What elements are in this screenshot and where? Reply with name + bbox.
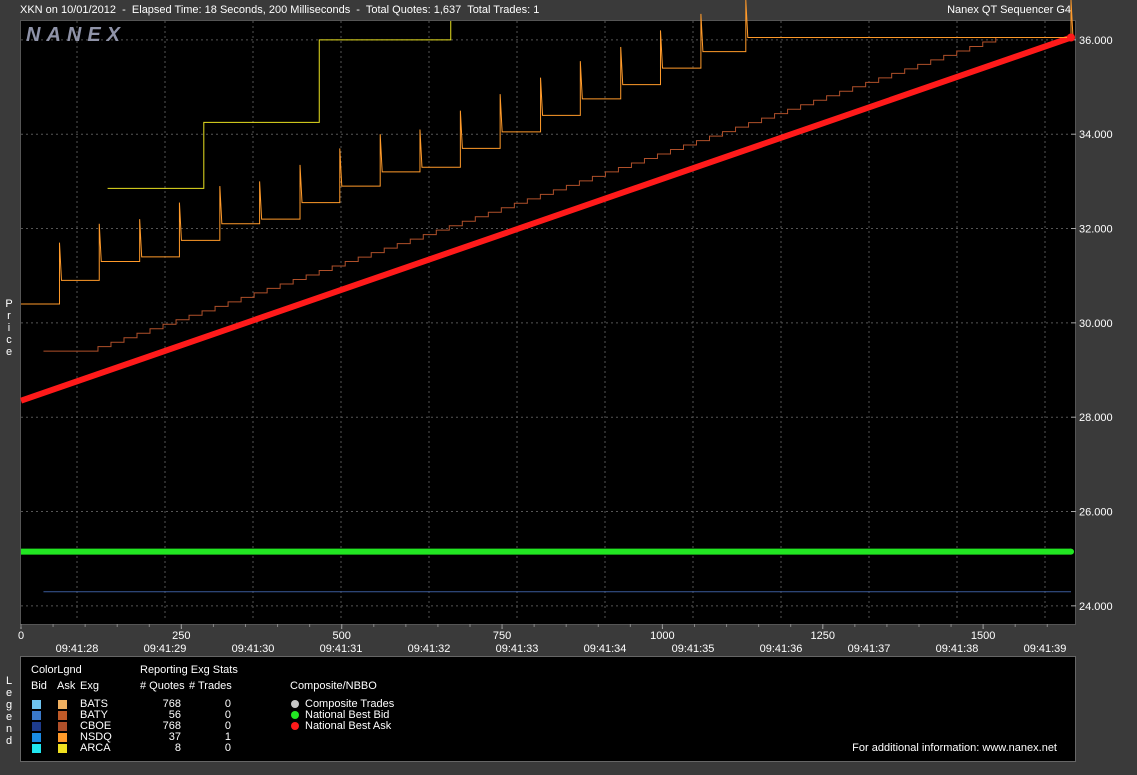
- bid-color-swatch: [32, 711, 41, 720]
- y-tick-label: 26.000: [1079, 507, 1113, 519]
- bid-color-swatch: [32, 700, 41, 709]
- y-tick-label: 24.000: [1079, 601, 1113, 613]
- national-best-ask-series: [20, 34, 1072, 404]
- price-chart: 36.000 34.000 32.000 30.000 28.000 26.000 24.0…: [18, 0, 1113, 655]
- stats-title: Reporting Exg Stats: [140, 664, 238, 676]
- x-tick-label: 500: [333, 630, 351, 642]
- cboe-series: [43, 37, 1071, 352]
- quotes-header: # Quotes: [140, 680, 185, 692]
- legend-side-label: Legend: [5, 675, 13, 747]
- time-tick-label: 09:41:30: [232, 643, 275, 655]
- ask-color-swatch: [58, 722, 67, 731]
- y-tick-label: 30.000: [1079, 318, 1113, 330]
- x-tick-label: 1500: [971, 630, 995, 642]
- quote-count: 8: [174, 742, 181, 754]
- y-tick-label: 34.000: [1079, 129, 1113, 141]
- composite-marker: [291, 700, 299, 708]
- bid-header: Bid: [31, 680, 47, 692]
- trade-count: 0: [224, 742, 231, 754]
- bid-endpoint-marker: [1068, 548, 1074, 555]
- composite-marker: [291, 711, 299, 719]
- y-tick-label: 32.000: [1079, 224, 1113, 236]
- ask-color-swatch: [58, 700, 67, 709]
- trades-header: # Trades: [189, 680, 232, 692]
- bid-color-swatch: [32, 744, 41, 753]
- composite-marker: [291, 722, 299, 730]
- nanex-logo: NANEX: [26, 24, 127, 46]
- footer-info: For additional information: www.nanex.ne…: [852, 742, 1057, 754]
- bid-color-swatch: [32, 722, 41, 731]
- time-tick-label: 09:41:36: [760, 643, 803, 655]
- time-tick-label: 09:41:37: [848, 643, 891, 655]
- time-tick-label: 09:41:29: [144, 643, 187, 655]
- nsdq-series: [21, 0, 1074, 305]
- x-tick-label: 1000: [650, 630, 674, 642]
- ask-endpoint-marker: [1067, 33, 1075, 42]
- color-legend-title: ColorLgnd: [31, 664, 82, 676]
- bid-color-swatch: [32, 733, 41, 742]
- x-tick-label: 750: [493, 630, 511, 642]
- time-tick-label: 09:41:32: [408, 643, 451, 655]
- legend-panel: ColorLgnd Bid Ask Exg Reporting Exg Stat…: [20, 656, 1076, 762]
- time-tick-label: 09:41:39: [1024, 643, 1067, 655]
- ask-header: Ask: [57, 680, 76, 692]
- arca-series: [107, 21, 452, 189]
- time-tick-label: 09:41:35: [672, 643, 715, 655]
- time-tick-label: 09:41:28: [56, 643, 99, 655]
- time-tick-label: 09:41:34: [584, 643, 627, 655]
- ask-color-swatch: [58, 711, 67, 720]
- composite-title: Composite/NBBO: [290, 680, 377, 692]
- y-axis-label: Price: [5, 298, 13, 358]
- x-tick-label: 0: [18, 630, 24, 642]
- time-tick-label: 09:41:38: [936, 643, 979, 655]
- ask-color-swatch: [58, 744, 67, 753]
- y-tick-label: 36.000: [1079, 35, 1113, 47]
- x-tick-label: 1250: [811, 630, 835, 642]
- exchange-name: ARCA: [80, 742, 111, 754]
- ask-color-swatch: [58, 733, 67, 742]
- x-tick-label: 250: [172, 630, 190, 642]
- exchange-header: Exg: [80, 680, 99, 692]
- y-tick-label: 28.000: [1079, 412, 1113, 424]
- composite-label: National Best Ask: [305, 720, 392, 732]
- time-tick-label: 09:41:31: [320, 643, 363, 655]
- time-tick-label: 09:41:33: [496, 643, 539, 655]
